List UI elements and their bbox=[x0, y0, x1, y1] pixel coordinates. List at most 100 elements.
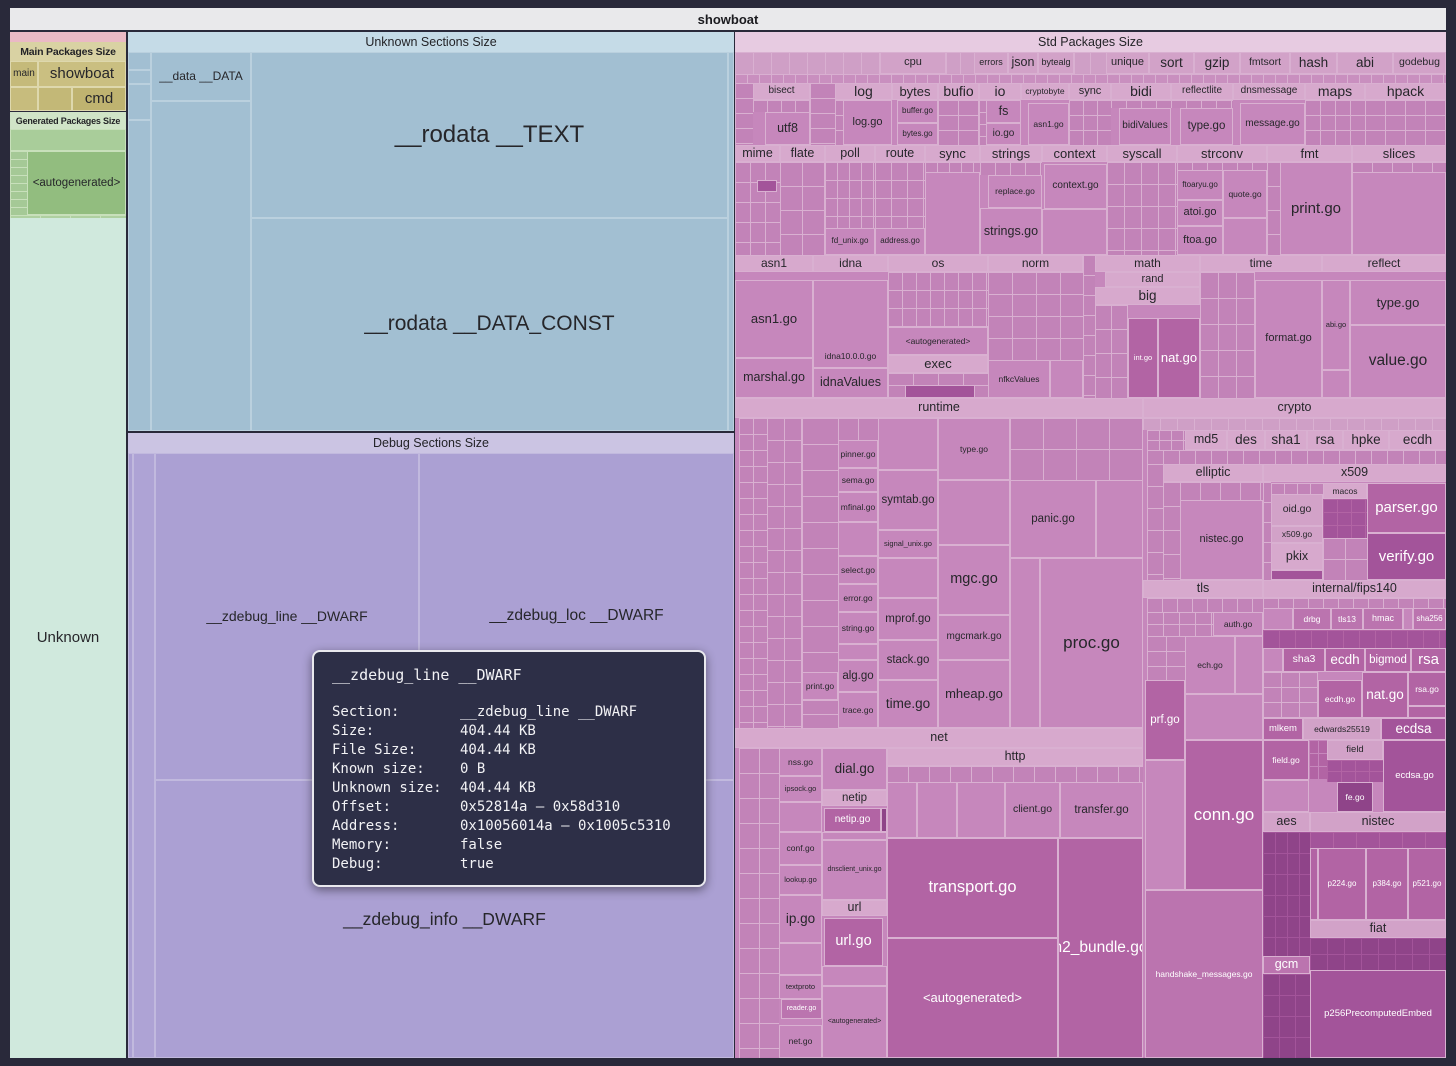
cell-h2-bundle-go[interactable]: h2_bundle.go bbox=[1058, 838, 1143, 1058]
cell-sync[interactable]: sync bbox=[1069, 83, 1111, 100]
pkg-fips140-header[interactable]: internal/fips140 bbox=[1263, 580, 1446, 598]
cell-gcm[interactable]: gcm bbox=[1263, 956, 1310, 974]
section-rodata-text[interactable]: __rodata __TEXT bbox=[251, 52, 728, 218]
cell-ipsock-go[interactable]: ipsock.go bbox=[779, 776, 822, 802]
cell[interactable] bbox=[887, 782, 917, 838]
cell-fmt[interactable]: fmt bbox=[1267, 145, 1352, 162]
cell-field-go[interactable]: field.go bbox=[1263, 740, 1309, 780]
debug-sections-header[interactable]: Debug Sections Size bbox=[128, 433, 734, 453]
cell-value-go[interactable]: value.go bbox=[1350, 325, 1446, 398]
cell-time-go[interactable]: time.go bbox=[878, 680, 938, 728]
cell[interactable] bbox=[38, 87, 72, 111]
cell-rand[interactable]: rand bbox=[1105, 272, 1200, 287]
cell-des[interactable]: des bbox=[1227, 430, 1265, 450]
cell[interactable] bbox=[1403, 608, 1413, 630]
cell-ecdsa[interactable]: ecdsa bbox=[1381, 718, 1446, 740]
cell[interactable] bbox=[1271, 570, 1323, 580]
cell-transport-go[interactable]: transport.go bbox=[887, 838, 1058, 938]
pkg-http-header[interactable]: http bbox=[887, 748, 1143, 766]
cell-bytealg[interactable]: bytealg bbox=[1038, 52, 1074, 74]
cell-quote-go[interactable]: quote.go bbox=[1223, 170, 1267, 218]
cell-buffer-go[interactable]: buffer.go bbox=[897, 100, 938, 123]
cell-trace-go[interactable]: trace.go bbox=[838, 692, 878, 728]
cell-symtab-go[interactable]: symtab.go bbox=[878, 470, 938, 530]
cell[interactable] bbox=[1223, 218, 1267, 255]
cell-reflect[interactable]: reflect bbox=[1322, 255, 1446, 272]
cell-ecdh[interactable]: ecdh bbox=[1325, 648, 1365, 672]
cell[interactable] bbox=[1310, 848, 1318, 920]
cell-sha256[interactable]: sha256 bbox=[1413, 608, 1446, 630]
pkg-main[interactable]: main bbox=[10, 61, 38, 87]
cell-cpu[interactable]: cpu bbox=[880, 52, 946, 74]
cell-type-go[interactable]: type.go bbox=[1180, 108, 1233, 145]
cell[interactable] bbox=[757, 180, 777, 192]
cell-rsa[interactable]: rsa bbox=[1307, 430, 1343, 450]
cell-md5[interactable]: md5 bbox=[1185, 430, 1227, 450]
cell-fs[interactable]: fs bbox=[986, 100, 1021, 123]
cell-alg-go[interactable]: alg.go bbox=[838, 660, 878, 692]
cell-bytes[interactable]: bytes bbox=[892, 83, 938, 100]
cell-proc-go[interactable]: proc.go bbox=[1040, 558, 1143, 728]
cell-ech-go[interactable]: ech.go bbox=[1185, 636, 1235, 694]
cell[interactable] bbox=[151, 101, 251, 431]
cell-panic-go[interactable]: panic.go bbox=[1010, 480, 1096, 558]
cell[interactable] bbox=[1263, 608, 1293, 630]
cell-parser-go[interactable]: parser.go bbox=[1367, 483, 1446, 533]
cell-sort[interactable]: sort bbox=[1149, 52, 1194, 74]
cell-asn1-go[interactable]: asn1.go bbox=[1028, 103, 1069, 145]
cell-p224-go[interactable]: p224.go bbox=[1318, 848, 1366, 920]
cell-exec[interactable]: exec bbox=[888, 355, 988, 373]
cell-type-go[interactable]: type.go bbox=[1350, 280, 1446, 325]
cell-fd-unix-go[interactable]: fd_unix.go bbox=[825, 228, 875, 255]
cell-p256precomputedembed[interactable]: p256PrecomputedEmbed bbox=[1310, 970, 1446, 1058]
cell[interactable] bbox=[1263, 648, 1283, 672]
cell-nat-go[interactable]: nat.go bbox=[1362, 672, 1408, 718]
cell-replace-go[interactable]: replace.go bbox=[988, 175, 1042, 208]
cell[interactable] bbox=[779, 943, 822, 975]
cell[interactable] bbox=[133, 453, 155, 1058]
cell-aes[interactable]: aes bbox=[1263, 812, 1310, 832]
unknown-sections-header[interactable]: Unknown Sections Size bbox=[128, 32, 734, 52]
cell-bidi[interactable]: bidi bbox=[1111, 83, 1171, 100]
cell-hpack[interactable]: hpack bbox=[1365, 83, 1446, 100]
cell-syscall[interactable]: syscall bbox=[1107, 145, 1177, 162]
cell-mheap-go[interactable]: mheap.go bbox=[938, 660, 1010, 728]
cell-strings-go[interactable]: strings.go bbox=[980, 208, 1042, 255]
cell-math[interactable]: math bbox=[1095, 255, 1200, 272]
root-title-bar[interactable]: showboat bbox=[10, 8, 1446, 30]
cell-transfer-go[interactable]: transfer.go bbox=[1060, 782, 1143, 838]
cell-netip-go[interactable]: netip.go bbox=[824, 808, 881, 832]
cell-autogenerated[interactable]: <autogenerated> bbox=[887, 938, 1058, 1058]
cell-lookup-go[interactable]: lookup.go bbox=[779, 865, 822, 895]
cell-big[interactable]: big bbox=[1095, 287, 1200, 305]
cell-ecdh[interactable]: ecdh bbox=[1389, 430, 1446, 450]
pkg-autogenerated[interactable]: <autogenerated> bbox=[27, 151, 126, 215]
section-data-data[interactable]: __data __DATA bbox=[151, 52, 251, 101]
cell-mgc-go[interactable]: mgc.go bbox=[938, 545, 1010, 615]
cell-slices[interactable]: slices bbox=[1352, 145, 1446, 162]
cell-drbg[interactable]: drbg bbox=[1293, 608, 1331, 630]
cell[interactable] bbox=[128, 52, 151, 70]
cell[interactable] bbox=[1408, 706, 1446, 718]
cell-strconv[interactable]: strconv bbox=[1177, 145, 1267, 162]
pkg-cmd[interactable]: cmd bbox=[72, 87, 126, 111]
cell-nss-go[interactable]: nss.go bbox=[779, 748, 822, 776]
cell[interactable] bbox=[878, 558, 938, 598]
cell-dnsclient-unix-go[interactable]: dnsclient_unix.go bbox=[822, 840, 887, 900]
cell[interactable] bbox=[1050, 360, 1083, 398]
cell-strings[interactable]: strings bbox=[980, 145, 1042, 162]
cell-bidivalues[interactable]: bidiValues bbox=[1119, 108, 1171, 145]
std-packages-header[interactable]: Std Packages Size bbox=[735, 32, 1446, 52]
cell-field[interactable]: field bbox=[1327, 740, 1383, 760]
cell-dnsmessage[interactable]: dnsmessage bbox=[1233, 83, 1305, 100]
cell-string-go[interactable]: string.go bbox=[838, 612, 878, 644]
cell-bytes-go[interactable]: bytes.go bbox=[897, 123, 938, 145]
cell-p521-go[interactable]: p521.go bbox=[1408, 848, 1446, 920]
cell[interactable] bbox=[1263, 780, 1309, 812]
cell-mime[interactable]: mime bbox=[735, 145, 780, 162]
cell-conf-go[interactable]: conf.go bbox=[779, 832, 822, 865]
cell[interactable] bbox=[925, 172, 980, 255]
pkg-crypto-header[interactable]: crypto bbox=[1143, 398, 1446, 418]
cell-url-go[interactable]: url.go bbox=[824, 918, 883, 966]
cell[interactable] bbox=[957, 782, 1005, 838]
